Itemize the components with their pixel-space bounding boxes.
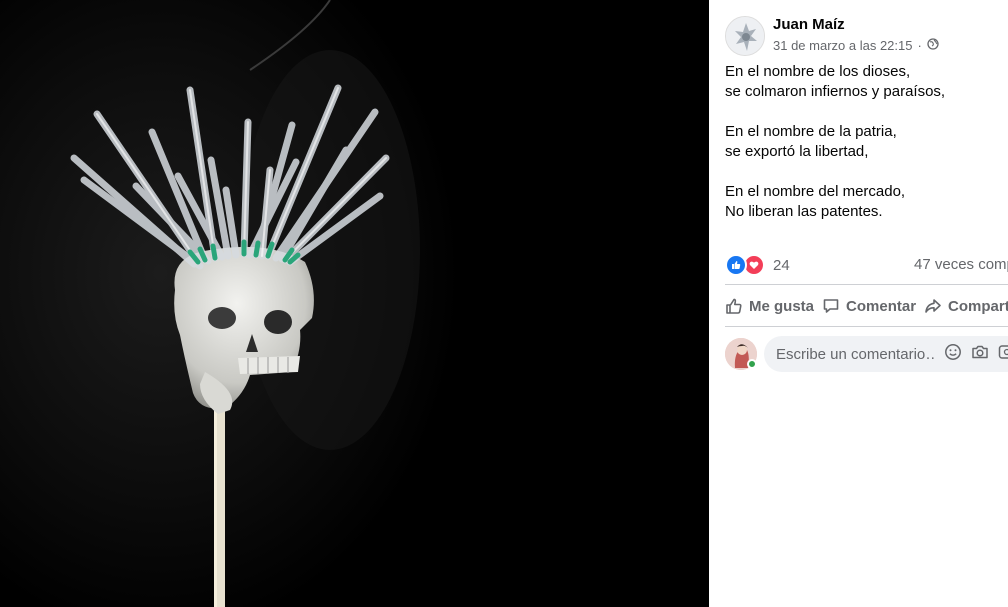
comment-label: Comentar	[846, 297, 917, 315]
share-button[interactable]: Compartir	[924, 297, 1008, 315]
divider	[725, 326, 1008, 327]
post-panel: Juan Maíz 31 de marzo a las 22:15 · En e…	[709, 0, 1008, 607]
post-line: se colmaron infiernos y paraísos,	[725, 83, 946, 100]
share-icon	[925, 299, 941, 313]
author-avatar[interactable]	[725, 16, 765, 56]
reaction-count: 24	[773, 256, 790, 274]
comment-button[interactable]: Comentar	[822, 297, 916, 315]
online-status-dot	[747, 359, 757, 369]
meta-separator: ·	[917, 38, 922, 53]
author-avatar-image	[726, 17, 764, 55]
post-line: En el nombre de los dioses,	[725, 63, 911, 80]
comment-tools	[944, 343, 1008, 366]
divider	[725, 284, 1008, 285]
like-button[interactable]: Me gusta	[725, 297, 814, 315]
camera-icon[interactable]	[971, 343, 989, 366]
photo-skull-syringes	[0, 0, 709, 607]
post-line: En el nombre del mercado,	[725, 183, 906, 200]
share-label: Compartir	[948, 297, 1008, 315]
post-timestamp[interactable]: 31 de marzo a las 22:15	[773, 38, 912, 53]
comment-composer[interactable]	[764, 336, 1008, 372]
post-meta: 31 de marzo a las 22:15 ·	[773, 38, 939, 53]
reaction-summary[interactable]: 24	[725, 254, 790, 276]
thumbs-up-icon	[726, 298, 742, 314]
post-photo[interactable]	[0, 0, 709, 607]
comment-input[interactable]	[776, 345, 936, 363]
post-line: En el nombre de la patria,	[725, 123, 897, 140]
post-line: se exportó la libertad,	[725, 143, 869, 160]
gif-icon[interactable]	[998, 343, 1008, 366]
post-actions: Me gusta Comentar Compartir	[725, 290, 1008, 322]
author-name[interactable]: Juan Maíz	[773, 16, 845, 33]
post-text: En el nombre de los dioses, se colmaron …	[725, 62, 1000, 222]
share-count[interactable]: 47 veces compartido	[914, 256, 1008, 273]
globe-icon[interactable]	[927, 38, 939, 53]
like-label: Me gusta	[749, 297, 815, 315]
emoji-icon[interactable]	[944, 343, 962, 366]
post-line: No liberan las patentes.	[725, 203, 883, 220]
comment-icon	[823, 299, 839, 313]
like-reaction-icon	[725, 254, 747, 276]
